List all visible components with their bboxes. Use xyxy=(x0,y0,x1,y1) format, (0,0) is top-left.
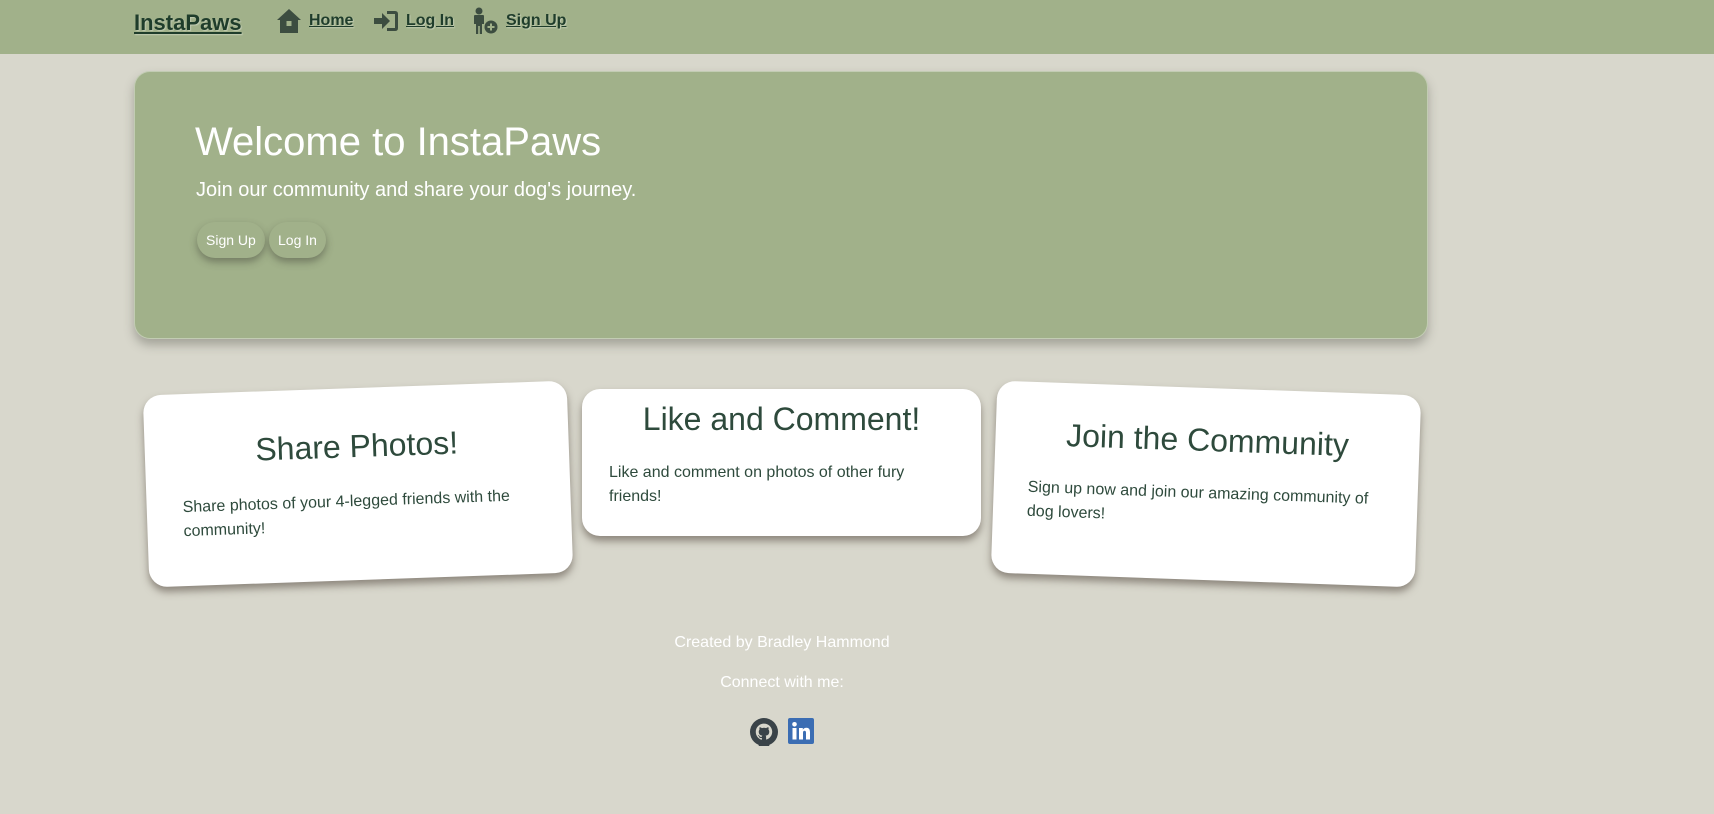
nav-login-link[interactable]: Log In xyxy=(372,6,454,36)
hero-signup-button[interactable]: Sign Up xyxy=(197,222,265,258)
hero-login-button[interactable]: Log In xyxy=(269,222,326,258)
feature-card-join-community: Join the Community Sign up now and join … xyxy=(990,380,1422,588)
hero-banner: Welcome to InstaPaws Join our community … xyxy=(134,71,1428,339)
feature-card-like-comment: Like and Comment! Like and comment on ph… xyxy=(582,389,981,536)
footer-created-by: Created by Bradley Hammond xyxy=(674,634,890,651)
feature-card-title: Join the Community xyxy=(1065,417,1350,463)
nav-signup-link[interactable]: Sign Up xyxy=(470,6,566,36)
linkedin-icon[interactable] xyxy=(788,718,816,746)
feature-card-title: Share Photos! xyxy=(254,424,459,468)
user-add-icon xyxy=(470,6,500,36)
nav-home-link[interactable]: Home xyxy=(275,6,353,36)
hero-title: Welcome to InstaPaws xyxy=(195,120,602,164)
login-icon xyxy=(372,8,400,34)
feature-card-share-photos: Share Photos! Share photos of your 4-leg… xyxy=(142,380,574,588)
top-navbar: InstaPaws Home Log In Sign Up xyxy=(0,0,1714,54)
nav-login-label: Log In xyxy=(406,12,454,29)
home-icon xyxy=(275,7,303,35)
feature-card-text: Share photos of your 4-legged friends wi… xyxy=(182,487,511,541)
github-icon[interactable] xyxy=(750,718,778,746)
feature-card-text: Sign up now and join our amazing communi… xyxy=(1026,478,1369,523)
feature-card-text: Like and comment on photos of other fury… xyxy=(609,464,905,505)
brand-logo-link[interactable]: InstaPaws xyxy=(134,10,242,36)
nav-home-label: Home xyxy=(309,12,354,29)
nav-signup-label: Sign Up xyxy=(506,12,567,29)
hero-subtitle: Join our community and share your dog's … xyxy=(196,179,637,201)
feature-card-title: Like and Comment! xyxy=(642,401,921,437)
footer-connect-label: Connect with me: xyxy=(720,674,844,691)
